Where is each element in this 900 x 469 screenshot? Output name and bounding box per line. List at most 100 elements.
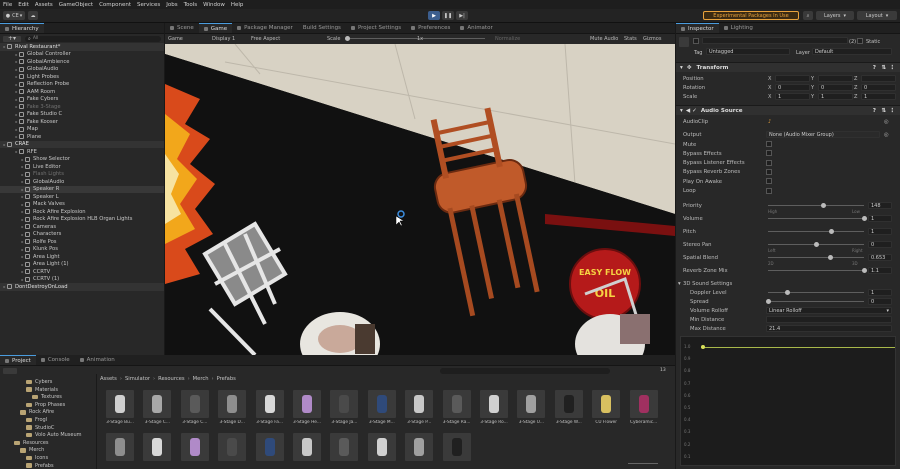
asset-item[interactable] <box>255 433 284 461</box>
spread-slider-track[interactable] <box>768 301 864 302</box>
stats-toggle[interactable]: Stats <box>624 36 637 42</box>
tab-project-settings[interactable]: Project Settings <box>346 23 406 33</box>
spatial-blend-value-field[interactable]: 0.653 <box>868 254 892 261</box>
tab-lighting[interactable]: Lighting <box>719 23 758 33</box>
hierarchy-item[interactable]: ▸ Flash Lights <box>0 171 164 179</box>
reverb-zone-mix-slider-track[interactable] <box>768 270 864 271</box>
tab-build-settings[interactable]: Build Settings <box>298 23 346 33</box>
scale-slider[interactable] <box>345 38 485 39</box>
preset-icon[interactable]: ⇅ <box>881 65 886 71</box>
project-folder[interactable]: Rock Afire <box>20 409 54 415</box>
hierarchy-item[interactable]: ▸ GlobalAmbience <box>0 58 164 66</box>
tab-console[interactable]: Console <box>36 355 75 365</box>
menu-assets[interactable]: Assets <box>35 2 53 8</box>
spatial-blend-slider-knob[interactable] <box>827 255 833 260</box>
object-picker-icon[interactable]: ◎ <box>884 132 889 138</box>
asset-item[interactable]: 3-Stage D... <box>218 390 247 425</box>
reverb-zone-mix-value-field[interactable]: 1.1 <box>868 267 892 274</box>
audio-source-header[interactable]: ▾ ◀ ✓ Audio Source ? ⇅ ⋮ <box>676 105 900 115</box>
hierarchy-item[interactable]: ▸ Cameras <box>0 223 164 231</box>
menu-tools[interactable]: Tools <box>184 2 198 8</box>
asset-item[interactable] <box>218 433 247 461</box>
asset-item[interactable] <box>330 433 359 461</box>
tab-preferences[interactable]: Preferences <box>406 23 455 33</box>
hierarchy-item[interactable]: ▸ Speaker L <box>0 193 164 201</box>
preset-icon[interactable]: ⇅ <box>881 108 886 114</box>
spread-slider-knob[interactable] <box>765 299 771 304</box>
hierarchy-item[interactable]: ▸ Rolfe Pos <box>0 238 164 246</box>
layer-dropdown[interactable]: Default <box>812 48 892 55</box>
enabled-check-icon[interactable]: ✓ <box>692 108 697 114</box>
max-distance-field[interactable]: 21.4 <box>766 325 892 332</box>
mute-audio-toggle[interactable]: Mute Audio <box>590 36 618 42</box>
min-distance-field[interactable] <box>766 316 892 323</box>
audio-check-checkbox[interactable] <box>766 187 772 194</box>
hierarchy-item[interactable]: ▸ Klunk Pos <box>0 246 164 254</box>
spread-value-field[interactable]: 0 <box>868 298 892 305</box>
project-folder[interactable]: Materials <box>26 387 58 393</box>
play-button[interactable]: ▶ <box>428 11 440 20</box>
cloud-button[interactable]: ☁ <box>28 11 38 20</box>
project-folder[interactable]: Textures <box>32 394 62 400</box>
layout-dropdown[interactable]: Layout ▾ <box>857 11 897 20</box>
hierarchy-item[interactable]: ▸ Fake Kooser <box>0 118 164 126</box>
transform-x-field[interactable]: 0 <box>775 84 810 91</box>
transform-z-field[interactable]: 1 <box>861 93 896 100</box>
asset-item[interactable]: 3-Stage Ra... <box>442 390 471 425</box>
pause-button[interactable]: ❚❚ <box>442 11 454 20</box>
asset-item[interactable] <box>405 433 434 461</box>
hierarchy-item[interactable]: ▸ Fake Cybers <box>0 96 164 104</box>
asset-item[interactable]: 3-Stage U... <box>517 390 546 425</box>
hierarchy-item[interactable]: ▸ RFE <box>0 148 164 156</box>
game-viewport[interactable]: EASY FLOW OIL <box>165 44 675 355</box>
thumbnail-size-slider[interactable] <box>628 463 658 464</box>
menu-component[interactable]: Component <box>99 2 131 8</box>
transform-x-field[interactable]: 1 <box>775 93 810 100</box>
audio-check-checkbox[interactable] <box>766 141 772 147</box>
doppler-level-slider-track[interactable] <box>768 292 864 293</box>
stereo-pan-value-field[interactable]: 0 <box>868 241 892 248</box>
priority-value-field[interactable]: 148 <box>868 202 892 209</box>
volume-slider-track[interactable] <box>768 218 864 219</box>
hierarchy-item[interactable]: ▸ Map <box>0 126 164 134</box>
project-folder[interactable]: Frogl <box>26 417 47 423</box>
hierarchy-item[interactable]: ▸ Show Selector <box>0 156 164 164</box>
tab-project[interactable]: Project <box>0 355 36 365</box>
asset-item[interactable]: 3-Stage W... <box>554 390 583 425</box>
menu-edit[interactable]: Edit <box>18 2 29 8</box>
scale-slider-knob[interactable] <box>345 36 350 41</box>
project-folder[interactable]: Resources <box>14 440 49 446</box>
breadcrumb-item[interactable]: Prefabs <box>217 376 236 382</box>
asset-item[interactable]: 3-Stage Ro... <box>480 390 508 425</box>
hierarchy-scene-row[interactable]: ▸ CRAE <box>0 140 164 148</box>
menu-window[interactable]: Window <box>203 2 225 8</box>
volume-value-field[interactable]: 1 <box>868 215 892 222</box>
breadcrumb-item[interactable]: Merch <box>193 376 209 382</box>
spatial-blend-slider-track[interactable] <box>768 257 864 258</box>
priority-slider-track[interactable] <box>768 205 864 206</box>
menu-services[interactable]: Services <box>137 2 160 8</box>
asset-item[interactable]: 3-Stage He... <box>293 390 321 425</box>
tab-game[interactable]: Game <box>198 23 233 33</box>
hierarchy-item[interactable]: ▸ Live Editor <box>0 163 164 171</box>
audio-check-checkbox[interactable] <box>766 168 772 175</box>
menu-file[interactable]: File <box>3 2 12 8</box>
hierarchy-scene-row[interactable]: ▸ DontDestroyOnLoad <box>0 283 164 291</box>
help-icon[interactable]: ? <box>873 65 876 71</box>
hierarchy-item[interactable]: ▸ Mack Valves <box>0 201 164 209</box>
project-folder[interactable]: Cybers <box>26 379 52 385</box>
asset-item[interactable]: 3-Stage M... <box>367 390 396 425</box>
project-folder[interactable]: Prefabs <box>26 463 54 469</box>
tab-animator[interactable]: Animator <box>455 23 497 33</box>
asset-item[interactable] <box>180 433 209 461</box>
transform-y-field[interactable] <box>818 75 853 82</box>
more-icon[interactable]: ⋮ <box>889 65 895 71</box>
hierarchy-item[interactable]: ▸ Rock Afire Explosion HLB Organ Lights <box>0 216 164 224</box>
hierarchy-item[interactable]: ▸ AAM Room <box>0 88 164 96</box>
create-button[interactable]: +▾ <box>3 35 21 42</box>
asset-item[interactable]: 3-Stage Ja... <box>330 390 359 425</box>
volume-rolloff-dropdown[interactable]: Linear Rolloff ▾ <box>766 307 892 314</box>
priority-slider-knob[interactable] <box>821 203 827 208</box>
object-picker-icon[interactable]: ◎ <box>884 119 889 125</box>
hierarchy-item[interactable]: ▸ CCRTV (1) <box>0 276 164 284</box>
